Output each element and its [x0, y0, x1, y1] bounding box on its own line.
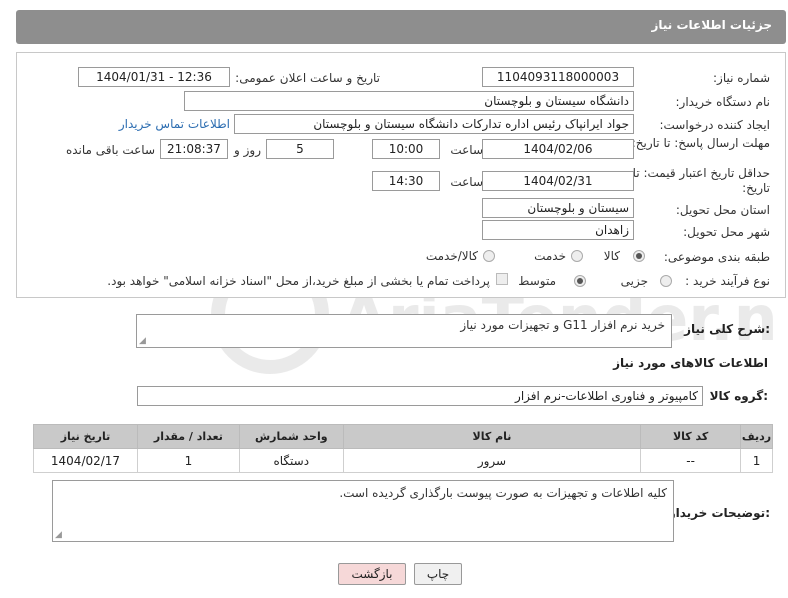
remaining-time-label: ساعت باقی مانده	[65, 143, 155, 157]
process-radio-minor[interactable]	[660, 275, 672, 287]
goods-group-label: گروه کالا:	[709, 389, 768, 403]
cell-goods-name: سرور	[342, 448, 642, 473]
goods-table-header-row: ردیف کد کالا نام کالا واحد شمارش تعداد /…	[33, 424, 773, 449]
process-radio-medium[interactable]	[574, 275, 586, 287]
cell-goods-code: --	[640, 448, 742, 473]
description-text: خرید نرم افزار G11 و تجهیزات مورد نیاز	[460, 318, 665, 332]
price-validity-time: 14:30	[372, 171, 440, 191]
col-need-date: تاریخ نیاز	[33, 424, 138, 449]
buyer-notes-label: توضیحات خریدار:	[668, 506, 770, 520]
category-radio-service[interactable]	[571, 250, 583, 262]
category-label: طبقه بندی موضوعی:	[663, 250, 770, 264]
resize-grip-icon: ◢	[139, 336, 146, 346]
remaining-time-field: 21:08:37	[160, 139, 228, 159]
buyer-notes-text: کلیه اطلاعات و تجهیزات به صورت پیوست بار…	[339, 486, 667, 500]
col-unit: واحد شمارش	[238, 424, 344, 449]
cell-row-number: 1	[740, 448, 773, 473]
reply-time-label: ساعت	[450, 143, 483, 157]
requester-field: جواد ایرانپاک رئیس اداره تدارکات دانشگاه…	[234, 114, 634, 134]
description-field: خرید نرم افزار G11 و تجهیزات مورد نیاز ◢	[136, 314, 672, 348]
requester-label: ایجاد کننده درخواست:	[659, 118, 770, 132]
reply-deadline-date: 1404/02/06	[482, 139, 634, 159]
col-quantity: تعداد / مقدار	[136, 424, 240, 449]
category-option-service: خدمت	[534, 249, 566, 263]
back-button[interactable]: بازگشت	[338, 563, 406, 585]
col-goods-code: کد کالا	[640, 424, 742, 449]
price-validity-date: 1404/02/31	[482, 171, 634, 191]
buyer-contact-link[interactable]: اطلاعات تماس خریدار	[119, 117, 230, 131]
buyer-org-field: دانشگاه سیستان و بلوچستان	[184, 91, 634, 111]
page-title: جزئیات اطلاعات نیاز	[651, 18, 772, 32]
announce-datetime-label: تاریخ و ساعت اعلان عمومی:	[235, 71, 380, 85]
category-option-goods: کالا	[603, 249, 620, 263]
purchase-process-label: نوع فرآیند خرید :	[685, 274, 770, 288]
description-label: شرح کلی نیاز:	[684, 322, 770, 336]
treasury-payment-note: پرداخت تمام یا بخشی از مبلغ خرید،از محل …	[107, 274, 490, 288]
delivery-province-field: سیستان و بلوچستان	[482, 198, 634, 218]
need-number-label: شماره نیاز:	[713, 71, 770, 85]
category-option-goods-service: کالا/خدمت	[425, 249, 478, 263]
col-goods-name: نام کالا	[342, 424, 642, 449]
delivery-city-label: شهر محل تحویل:	[683, 225, 770, 239]
delivery-city-field: زاهدان	[482, 220, 634, 240]
reply-deadline-time: 10:00	[372, 139, 440, 159]
cell-quantity: 1	[136, 448, 240, 473]
cell-unit: دستگاه	[238, 448, 344, 473]
category-radio-goods-service[interactable]	[483, 250, 495, 262]
category-radio-goods[interactable]	[633, 250, 645, 262]
goods-info-title: اطلاعات کالاهای مورد نیاز	[613, 356, 768, 370]
announce-datetime-field: 1404/01/31 - 12:36	[78, 67, 230, 87]
reply-deadline-label: مهلت ارسال پاسخ: تا تاریخ:	[631, 136, 770, 150]
cell-need-date: 1404/02/17	[33, 448, 138, 473]
treasury-payment-checkbox[interactable]	[496, 273, 508, 285]
buyer-org-label: نام دستگاه خریدار:	[675, 95, 771, 109]
resize-grip-icon: ◢	[55, 530, 62, 540]
table-row: 1 -- سرور دستگاه 1 1404/02/17	[33, 448, 773, 473]
goods-table: ردیف کد کالا نام کالا واحد شمارش تعداد /…	[33, 424, 773, 473]
process-option-minor: جزیی	[620, 274, 648, 288]
price-validity-time-label: ساعت	[450, 175, 483, 189]
need-number-field: 1104093118000003	[482, 67, 634, 87]
print-button[interactable]: چاپ	[414, 563, 462, 585]
col-row-number: ردیف	[740, 424, 773, 449]
buyer-notes-field: کلیه اطلاعات و تجهیزات به صورت پیوست بار…	[52, 480, 674, 542]
page-header: جزئیات اطلاعات نیاز	[16, 10, 786, 44]
process-option-medium: متوسط	[518, 274, 556, 288]
delivery-province-label: استان محل تحویل:	[675, 203, 770, 217]
reply-days-field: 5	[266, 139, 334, 159]
reply-days-label: روز و	[234, 143, 261, 157]
goods-group-field: کامپیوتر و فناوری اطلاعات-نرم افزار	[137, 386, 703, 406]
price-validity-label: حداقل تاریخ اعتبار قیمت: تا تاریخ:	[632, 166, 770, 195]
